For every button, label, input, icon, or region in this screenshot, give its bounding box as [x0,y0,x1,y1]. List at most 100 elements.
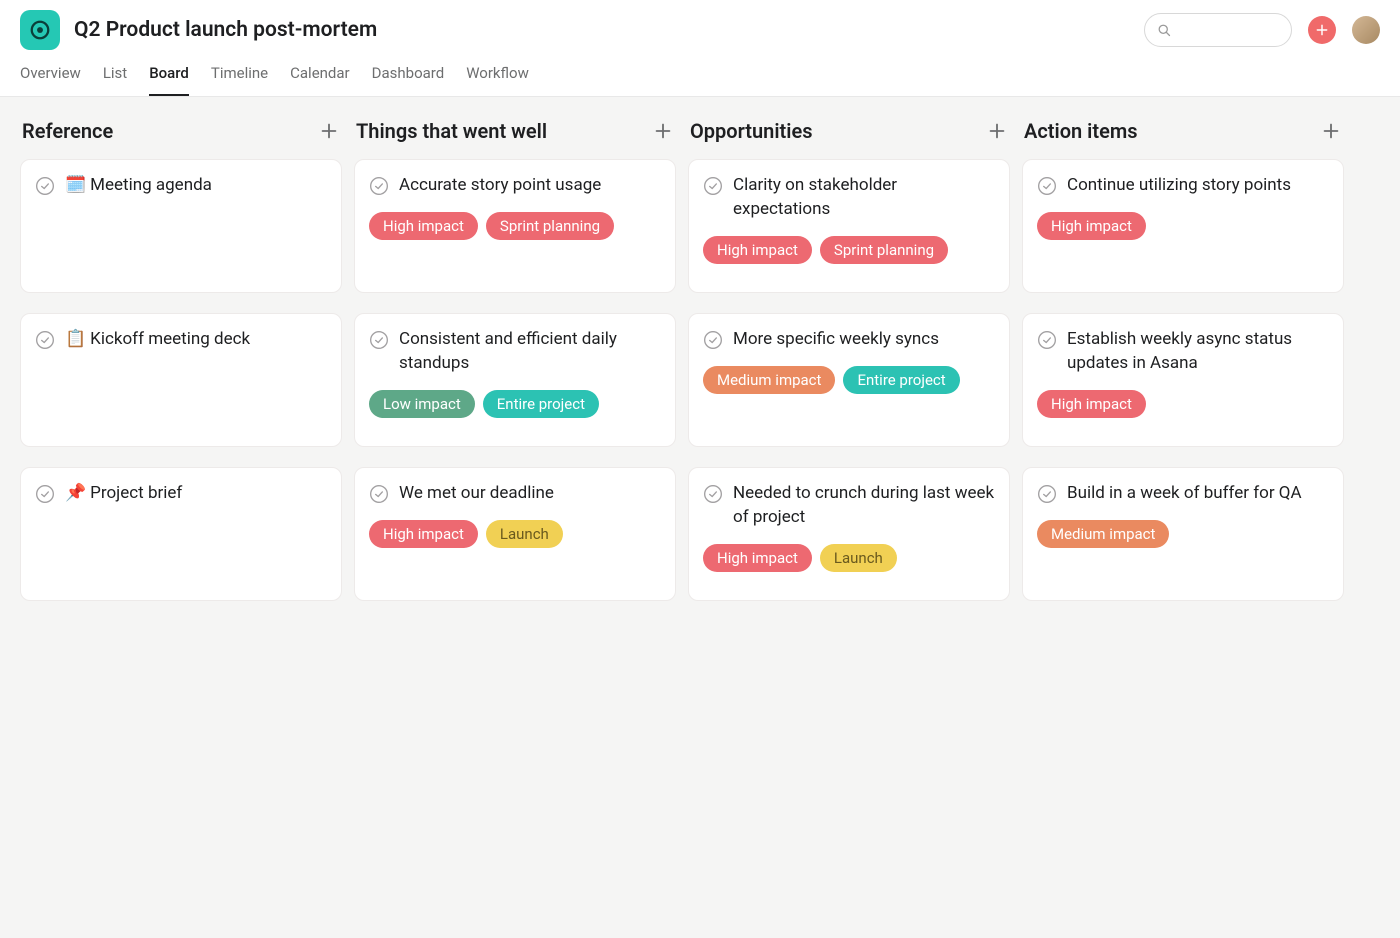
task-card[interactable]: 🗓️Meeting agenda [20,159,342,293]
column-header: Action items [1022,119,1344,159]
card-title: Continue utilizing story points [1067,174,1291,198]
tab-list[interactable]: List [103,64,127,96]
tag[interactable]: Entire project [843,366,959,394]
project-title: Q2 Product launch post-mortem [74,18,377,42]
user-avatar[interactable] [1352,16,1380,44]
tab-workflow[interactable]: Workflow [466,64,529,96]
card-list: Continue utilizing story points High impa… [1022,159,1344,601]
complete-toggle[interactable] [35,330,55,350]
tag[interactable]: Launch [486,520,563,548]
tag[interactable]: Launch [820,544,897,572]
project-icon[interactable] [20,10,60,50]
column-add-button[interactable] [318,120,340,142]
tab-overview[interactable]: Overview [20,64,81,96]
tab-board[interactable]: Board [149,64,189,96]
tag[interactable]: Medium impact [703,366,835,394]
card-title: Build in a week of buffer for QA [1067,482,1302,506]
column-add-button[interactable] [1320,120,1342,142]
tag[interactable]: Entire project [483,390,599,418]
column-add-button[interactable] [652,120,674,142]
card-title: Accurate story point usage [399,174,601,198]
complete-toggle[interactable] [703,176,723,196]
task-card[interactable]: Consistent and efficient daily standups L… [354,313,676,447]
tag-row: High impact Sprint planning [703,236,995,264]
task-card[interactable]: Clarity on stakeholder expectations High … [688,159,1010,293]
check-circle-icon [703,484,723,504]
card-list: Clarity on stakeholder expectations High … [688,159,1010,601]
plus-icon [1320,120,1342,142]
plus-icon [652,120,674,142]
task-card[interactable]: 📋Kickoff meeting deck [20,313,342,447]
complete-toggle[interactable] [703,484,723,504]
complete-toggle[interactable] [1037,484,1057,504]
tag[interactable]: High impact [703,236,812,264]
complete-toggle[interactable] [1037,176,1057,196]
tag[interactable]: Low impact [369,390,475,418]
tab-timeline[interactable]: Timeline [211,64,268,96]
card-top: Needed to crunch during last week of pro… [703,482,995,530]
card-title: Establish weekly async status updates in… [1067,328,1329,376]
card-title: Consistent and efficient daily standups [399,328,661,376]
complete-toggle[interactable] [369,330,389,350]
tag-row: Medium impact [1037,520,1329,548]
column-add-button[interactable] [986,120,1008,142]
task-card[interactable]: Needed to crunch during last week of pro… [688,467,1010,601]
tag-row: High impact [1037,212,1329,240]
task-card[interactable]: We met our deadline High impact Launch [354,467,676,601]
column-action-items: Action items Continue utilizing story poi… [1022,119,1344,601]
tag[interactable]: Sprint planning [486,212,614,240]
check-circle-icon [369,176,389,196]
complete-toggle[interactable] [369,176,389,196]
column-went-well: Things that went wellAccurate story poin… [354,119,676,601]
complete-toggle[interactable] [35,484,55,504]
column-title: Reference [22,119,113,143]
complete-toggle[interactable] [703,330,723,350]
column-header: Opportunities [688,119,1010,159]
card-top: Clarity on stakeholder expectations [703,174,995,222]
check-circle-icon [1037,330,1057,350]
header-right [1144,13,1380,47]
card-list: 🗓️Meeting agenda 📋Kickoff meeting deck 📌Pr… [20,159,342,601]
task-card[interactable]: Continue utilizing story points High impa… [1022,159,1344,293]
tag[interactable]: Medium impact [1037,520,1169,548]
tag[interactable]: High impact [369,212,478,240]
tab-calendar[interactable]: Calendar [290,64,350,96]
task-card[interactable]: More specific weekly syncs Medium impact E… [688,313,1010,447]
task-card[interactable]: Accurate story point usage High impact Spr… [354,159,676,293]
tag[interactable]: High impact [369,520,478,548]
header-left: Q2 Product launch post-mortem [20,10,377,50]
card-title: Needed to crunch during last week of pro… [733,482,995,530]
card-top: Build in a week of buffer for QA [1037,482,1329,506]
card-title: Clarity on stakeholder expectations [733,174,995,222]
task-card[interactable]: Establish weekly async status updates in… [1022,313,1344,447]
card-top: More specific weekly syncs [703,328,995,352]
tag-row: High impact Sprint planning [369,212,661,240]
check-circle-icon [35,484,55,504]
plus-icon [318,120,340,142]
check-circle-icon [369,330,389,350]
task-card[interactable]: 📌Project brief [20,467,342,601]
tag-row: High impact [1037,390,1329,418]
card-title: More specific weekly syncs [733,328,939,352]
check-circle-icon [369,484,389,504]
tag[interactable]: High impact [1037,212,1146,240]
search-input[interactable] [1144,13,1292,47]
tag-row: Low impact Entire project [369,390,661,418]
card-title: We met our deadline [399,482,554,506]
complete-toggle[interactable] [1037,330,1057,350]
card-top: 🗓️Meeting agenda [35,174,327,198]
card-title: 📋Kickoff meeting deck [65,328,250,352]
global-add-button[interactable] [1308,16,1336,44]
task-card[interactable]: Build in a week of buffer for QA Medium i… [1022,467,1344,601]
card-emoji: 📋 [65,329,86,349]
card-top: 📌Project brief [35,482,327,506]
tag[interactable]: Sprint planning [820,236,948,264]
complete-toggle[interactable] [369,484,389,504]
tag[interactable]: High impact [1037,390,1146,418]
column-title: Action items [1024,119,1138,143]
complete-toggle[interactable] [35,176,55,196]
tab-dashboard[interactable]: Dashboard [372,64,445,96]
tag[interactable]: High impact [703,544,812,572]
app-header: Q2 Product launch post-mortem [0,0,1400,50]
card-emoji: 🗓️ [65,175,86,195]
